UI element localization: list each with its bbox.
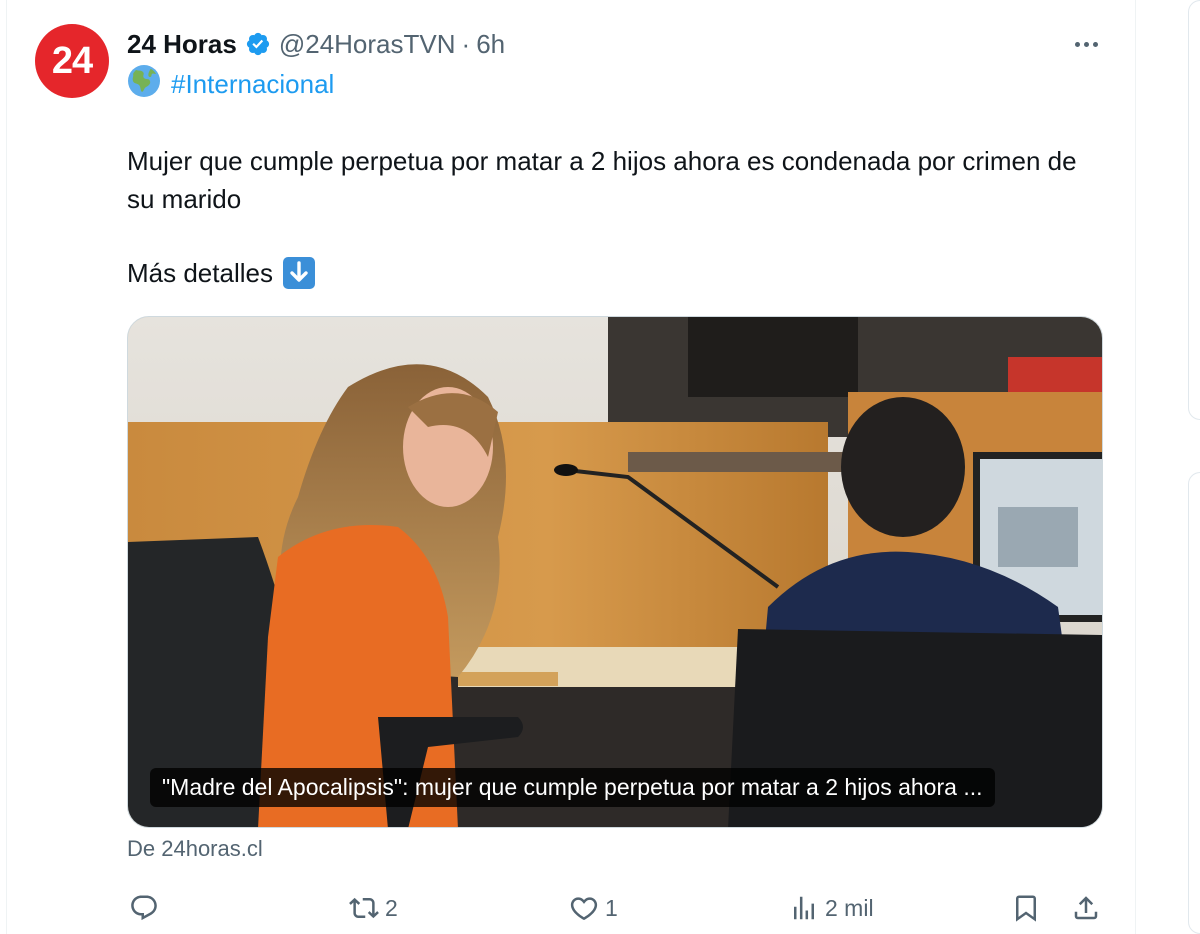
retweet-button[interactable]: 2 (349, 888, 398, 928)
separator: · (461, 28, 471, 59)
sidebar-card-edge (1188, 472, 1200, 934)
views-count: 2 mil (825, 894, 874, 921)
card-image (128, 317, 1102, 827)
heart-icon (570, 897, 598, 921)
bookmark-icon (1016, 895, 1036, 922)
tweet-text: Mujer que cumple perpetua por matar a 2 … (127, 146, 1077, 214)
globe-emoji-icon (127, 64, 171, 105)
timeline-border-left (6, 0, 7, 934)
action-bar: 2 1 2 mil (127, 888, 1107, 928)
handle[interactable]: @24HorasTVN (279, 29, 456, 60)
retweet-count: 2 (385, 894, 398, 921)
avatar-label: 24 (51, 39, 93, 82)
share-icon (1074, 896, 1098, 920)
card-source[interactable]: De 24horas.cl (127, 836, 263, 862)
down-arrow-emoji-icon (282, 257, 315, 289)
views-button[interactable]: 2 mil (789, 888, 874, 928)
timeline-border-right (1135, 0, 1136, 934)
bookmark-button[interactable] (1011, 888, 1041, 928)
reply-button[interactable] (129, 888, 165, 928)
hashtag-line: #Internacional (127, 64, 334, 105)
avatar[interactable]: 24 (35, 24, 109, 98)
display-name[interactable]: 24 Horas (127, 29, 237, 60)
like-count: 1 (605, 894, 618, 921)
tweet-page: 24 24 Horas @24HorasTVN · 6h #Internacio… (0, 0, 1200, 934)
verified-badge-icon[interactable] (245, 31, 271, 57)
link-card[interactable]: "Madre del Apocalipsis": mujer que cumpl… (127, 316, 1103, 828)
analytics-icon (794, 896, 814, 920)
reply-icon (131, 895, 157, 921)
more-details-text: Más detalles (127, 257, 273, 288)
timestamp[interactable]: 6h (476, 29, 505, 60)
more-icon[interactable] (1068, 30, 1104, 58)
retweet-icon (349, 897, 379, 919)
more-details-line: Más detalles (127, 254, 315, 292)
sidebar-card-edge (1188, 0, 1200, 420)
like-button[interactable]: 1 (569, 888, 618, 928)
tweet-header: 24 Horas @24HorasTVN · 6h (127, 26, 505, 62)
hashtag-link[interactable]: #Internacional (171, 69, 334, 100)
card-title: "Madre del Apocalipsis": mujer que cumpl… (150, 768, 995, 807)
share-button[interactable] (1071, 888, 1101, 928)
